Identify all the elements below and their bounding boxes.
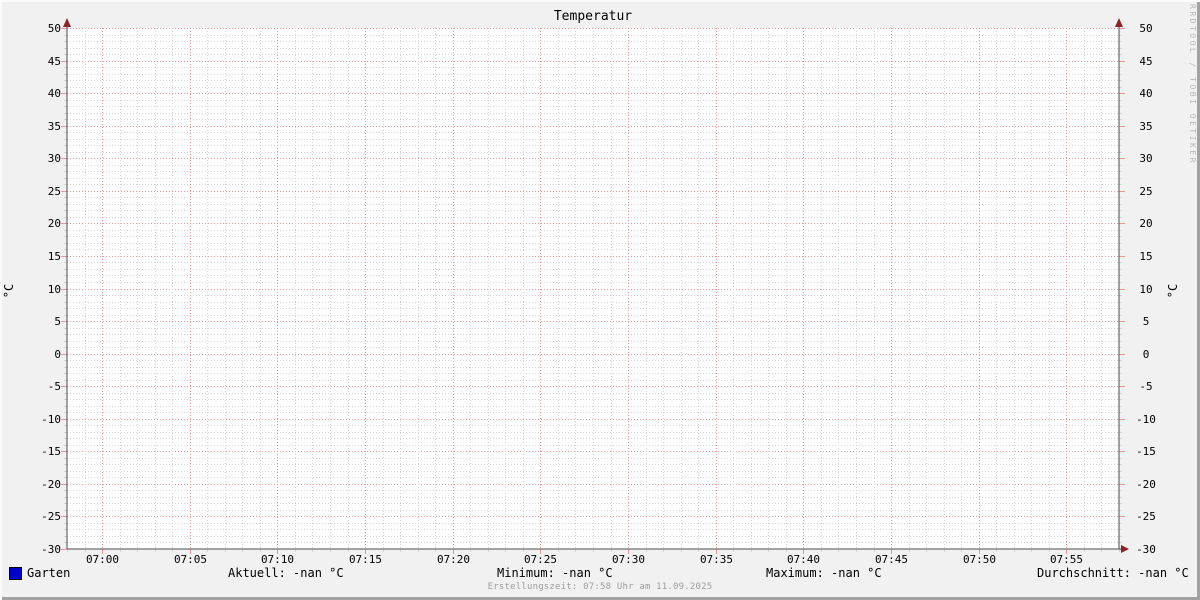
y-axis-unit-right: °C [1166,283,1180,299]
rrdtool-watermark: RRDTOOL / TOBI OETIKER [1188,4,1197,165]
creation-timestamp: Erstellungszeit: 07:58 Uhr am 11.09.2025 [487,582,713,592]
stat-durchschnitt: Durchschnitt: -nan °C [1037,566,1189,580]
y-axis-arrow-left [63,18,71,27]
y-axis-tick-label-left: -5 [48,380,61,393]
y-axis-tick-label-left: -30 [41,543,61,556]
y-axis-tick-label-right: 5 [1143,315,1150,328]
y-axis-tick-label-left: 45 [48,55,61,68]
y-axis-tick-label-left: 20 [48,217,61,230]
legend-swatch-garten [9,567,22,580]
chart-plot-area: 50 5045 4540 4035 3530 3025 2520 2015 1510 105 50 0… [41,18,1156,566]
stat-minimum: Minimum: -nan °C [497,566,613,580]
y-axis-tick-label-left: 5 [54,315,61,328]
y-axis-tick-label-right: 0 [1143,348,1150,361]
y-axis-tick-label-left: 35 [48,120,61,133]
y-axis-tick-label-right: -30 [1136,543,1156,556]
x-axis-tick-label: 07:50 [963,553,996,566]
y-axis-tick-label-right: 50 [1139,22,1152,35]
y-axis-tick-label-right: -5 [1139,380,1152,393]
stat-maximum: Maximum: -nan °C [766,566,882,580]
y-axis-tick-label-right: -15 [1136,445,1156,458]
y-axis-unit-left: °C [2,283,16,299]
legend-series-name: Garten [27,566,71,580]
x-axis-tick-label: 07:40 [787,553,820,566]
y-axis-tick-label-left: 40 [48,87,61,100]
y-axis-tick-label-right: -20 [1136,478,1156,491]
x-axis-tick-label: 07:15 [349,553,382,566]
y-axis-tick-label-right: 35 [1139,120,1152,133]
y-axis-tick-label-right: 20 [1139,217,1152,230]
y-axis-tick-label-left: 10 [48,283,61,296]
x-axis-tick-label: 07:10 [261,553,294,566]
y-axis-tick-label-right: 30 [1139,152,1152,165]
y-axis-tick-label-right: 40 [1139,87,1152,100]
y-axis-arrow-right [1115,18,1123,27]
y-axis-tick-label-left: 25 [48,185,61,198]
x-axis-tick-label: 07:35 [700,553,733,566]
x-axis-tick-label: 07:00 [86,553,119,566]
y-axis-tick-label-left: 30 [48,152,61,165]
y-axis-tick-label-left: -25 [41,510,61,523]
x-axis-tick-label: 07:25 [524,553,557,566]
x-axis-tick-label: 07:55 [1050,553,1083,566]
rrdtool-graph: Temperatur 50 50 45 45 40 40 35 35 30 30 25 25 20 20 1… [0,0,1200,600]
y-axis-tick-label-right: 45 [1139,55,1152,68]
y-axis-tick-label-right: -10 [1136,413,1156,426]
x-axis-arrow [1121,545,1129,553]
y-axis-tick-label-left: -20 [41,478,61,491]
y-axis-tick-label-right: 10 [1139,283,1152,296]
stat-aktuell: Aktuell: -nan °C [228,566,344,580]
y-axis-tick-label-left: 15 [48,250,61,263]
y-axis-tick-label-left: 0 [54,348,61,361]
y-axis-tick-label-left: -10 [41,413,61,426]
y-axis-tick-label-left: 50 [48,22,61,35]
y-axis-tick-label-right: 15 [1139,250,1152,263]
x-axis-tick-label: 07:05 [174,553,207,566]
y-axis-tick-label-left: -15 [41,445,61,458]
legend-row: Garten Aktuell: -nan °C Minimum: -nan °C… [0,566,1200,582]
y-axis-tick-label-right: -25 [1136,510,1156,523]
y-axis-tick-label-right: 25 [1139,185,1152,198]
x-axis-tick-label: 07:45 [875,553,908,566]
x-axis-tick-label: 07:30 [612,553,645,566]
x-axis-tick-label: 07:20 [437,553,470,566]
